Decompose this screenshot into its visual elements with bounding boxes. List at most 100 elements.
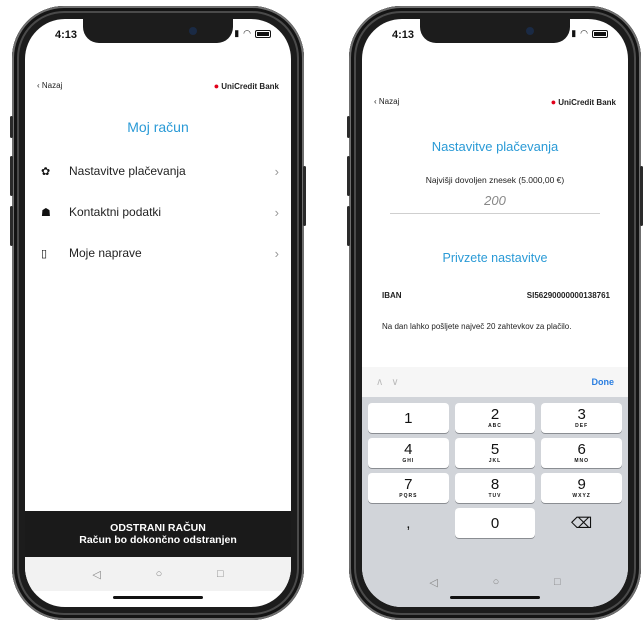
backspace-icon: ⌫: [571, 514, 593, 532]
key-letters: JKL: [488, 458, 502, 464]
menu-item-label: Moje naprave: [69, 246, 142, 260]
volume-up-button: [347, 156, 350, 196]
digit-key-3[interactable]: 3 DEF: [541, 403, 622, 433]
keyboard-nav-arrows-icon[interactable]: ∧∨: [376, 377, 407, 388]
digit-key-2[interactable]: 2 ABC: [454, 403, 536, 433]
top-bar: ‹ Nazaj ● UniCredit Bank: [37, 81, 279, 95]
iban-value: SI56290000000138761: [526, 291, 610, 300]
key-letters: PQRS: [399, 493, 418, 499]
key-digit: 6: [577, 441, 586, 458]
home-indicator[interactable]: [113, 596, 203, 599]
page-title: Moj račun: [127, 119, 189, 135]
key-digit: 1: [404, 409, 413, 427]
notch: [83, 19, 233, 43]
digit-key-9[interactable]: 9 WXYZ: [541, 473, 622, 503]
key-digit: 7: [404, 476, 413, 493]
limit-input[interactable]: 200: [362, 193, 628, 208]
camera-icon: [189, 27, 197, 35]
iban-label: IBAN: [382, 291, 402, 300]
back-link[interactable]: ‹ Nazaj: [37, 81, 62, 90]
nav-home-icon[interactable]: ○: [156, 568, 163, 580]
request-limit-note: Na dan lahko pošljete največ 20 zahtevko…: [382, 322, 572, 331]
menu-item-label: Nastavitve plačevanja: [69, 164, 186, 178]
phone-left: 4:13 ▮ ◠ ‹ Nazaj ● UniCredit Bank Moj rač…: [10, 6, 306, 620]
limit-input-underline: [390, 213, 600, 214]
page-title: Nastavitve plačevanja: [431, 139, 559, 154]
nav-home-icon[interactable]: ○: [493, 576, 500, 589]
unicredit-logo-icon: ●: [213, 81, 220, 91]
signal-icon: ▮: [571, 28, 577, 38]
chevron-right-icon: ›: [274, 245, 279, 261]
section-title: Privzete nastavitve: [442, 251, 548, 265]
nav-recents-icon[interactable]: □: [554, 576, 561, 589]
phone-icon: ▯: [41, 247, 48, 260]
menu-item-contact-details[interactable]: ☗ Kontaktni podatki ›: [41, 202, 279, 222]
status-time: 4:13: [392, 29, 415, 41]
keypad-grid: 1 2 ABC 3 DEF 4 GHI 5 JKL 6 MNO 7 PQRS 8 TUV 9 WXYZ, 0 ⌫: [368, 403, 622, 538]
status-icons: ▮ ◠: [234, 28, 271, 39]
chevron-right-icon: ›: [274, 204, 279, 220]
screen-right: 4:13 ▮ ◠ ‹ Nazaj ● UniCredit Bank Nastavi…: [362, 19, 628, 607]
key-letters: GHI: [402, 458, 415, 464]
comma-key[interactable]: ,: [368, 508, 449, 538]
limit-label: Najvišji dovoljen znesek (5.000,00 €): [425, 175, 565, 185]
camera-icon: [526, 27, 534, 35]
volume-up-button: [10, 156, 13, 196]
digit-key-7[interactable]: 7 PQRS: [368, 473, 449, 503]
back-link[interactable]: ‹ Nazaj: [374, 97, 399, 106]
menu-item-my-devices[interactable]: ▯ Moje naprave ›: [41, 243, 279, 263]
key-digit: 3: [577, 406, 586, 423]
key-letters: MNO: [574, 458, 589, 464]
home-indicator[interactable]: [450, 596, 540, 599]
keyboard-toolbar: ∧∨ Done: [362, 367, 628, 397]
key-letters: WXYZ: [572, 493, 591, 499]
numeric-keyboard: ∧∨ Done 1 2 ABC 3 DEF 4 GHI 5 JKL 6 MNO 7 PQRS 8 TUV 9 W…: [362, 367, 628, 607]
digit-key-4[interactable]: 4 GHI: [368, 438, 449, 468]
nav-back-icon[interactable]: ◁: [92, 568, 100, 581]
key-letters: ABC: [488, 423, 502, 429]
mute-switch: [10, 116, 13, 138]
chevron-right-icon: ›: [274, 163, 279, 179]
digit-key-5[interactable]: 5 JKL: [454, 438, 536, 468]
contacts-icon: ☗: [41, 206, 51, 219]
brand-logo: ● UniCredit Bank: [214, 81, 279, 91]
key-letters: DEF: [575, 423, 589, 429]
iban-row: IBAN SI56290000000138761: [382, 291, 610, 300]
brand-name: UniCredit Bank: [558, 97, 616, 107]
volume-down-button: [347, 206, 350, 246]
digit-key-8[interactable]: 8 TUV: [454, 473, 536, 503]
screen-left: 4:13 ▮ ◠ ‹ Nazaj ● UniCredit Bank Moj rač…: [25, 19, 291, 607]
key-digit: 2: [490, 406, 500, 423]
nav-back-icon[interactable]: ◁: [429, 576, 437, 589]
digit-key-6[interactable]: 6 MNO: [541, 438, 622, 468]
phone-right: 4:13 ▮ ◠ ‹ Nazaj ● UniCredit Bank Nastavi…: [347, 6, 643, 620]
top-bar: ‹ Nazaj ● UniCredit Bank: [374, 97, 616, 111]
key-letters: TUV: [488, 493, 502, 499]
keyboard-done-button[interactable]: Done: [592, 377, 615, 387]
backspace-key[interactable]: ⌫: [541, 508, 622, 538]
key-digit: ,: [406, 514, 411, 532]
android-nav-bar: ◁ ○ □: [362, 576, 628, 589]
delete-account-subtitle: Račun bo dokončno odstranjen: [79, 534, 237, 546]
power-button: [303, 166, 306, 226]
nav-recents-icon[interactable]: □: [217, 568, 224, 580]
key-digit: 0: [490, 514, 500, 532]
volume-down-button: [10, 206, 13, 246]
mute-switch: [347, 116, 350, 138]
battery-icon: [255, 29, 271, 38]
brand-name: UniCredit Bank: [221, 81, 279, 91]
menu-item-label: Kontaktni podatki: [69, 205, 162, 219]
key-digit: 9: [577, 476, 586, 493]
notch: [420, 19, 570, 43]
android-nav-bar: ◁ ○ □: [25, 557, 291, 591]
menu-item-payment-settings[interactable]: ✿ Nastavitve plačevanja ›: [41, 161, 279, 181]
battery-icon: [592, 29, 608, 38]
unicredit-logo-icon: ●: [550, 97, 557, 107]
digit-key-1[interactable]: 1: [368, 403, 449, 433]
status-icons: ▮ ◠: [571, 28, 608, 39]
digit-key-0[interactable]: 0: [454, 508, 536, 538]
delete-account-title: ODSTRANI RAČUN: [110, 522, 206, 534]
gear-icon: ✿: [41, 165, 51, 178]
delete-account-button[interactable]: ODSTRANI RAČUN Račun bo dokončno odstran…: [25, 511, 291, 557]
status-time: 4:13: [55, 29, 78, 41]
